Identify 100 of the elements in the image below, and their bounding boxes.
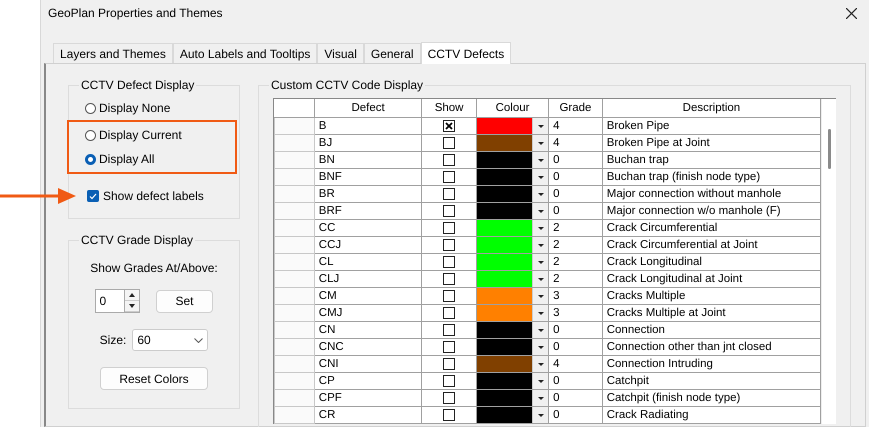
- table-cell: 0: [548, 390, 602, 406]
- grade-spinner[interactable]: 0: [95, 289, 140, 313]
- caret-icon: [538, 312, 544, 314]
- show-checkbox[interactable]: [443, 171, 456, 183]
- close-icon: [846, 8, 856, 18]
- colour-dropdown-button[interactable]: [532, 203, 548, 219]
- tab[interactable]: General: [364, 43, 421, 63]
- colour-dropdown-button[interactable]: [532, 407, 548, 423]
- show-checkbox[interactable]: [443, 256, 456, 268]
- table-cell: 0: [548, 372, 602, 390]
- colour-dropdown-button[interactable]: [532, 390, 548, 406]
- table-cell: Crack Circumferential: [602, 220, 821, 236]
- column-header[interactable]: Defect: [314, 99, 422, 118]
- colour-dropdown-button[interactable]: [532, 186, 548, 202]
- size-dropdown[interactable]: 60: [132, 329, 208, 351]
- table-cell: CR: [314, 406, 422, 424]
- column-header[interactable]: Grade: [548, 99, 602, 118]
- table-cell: CCJ: [314, 236, 422, 254]
- table-cell: CNI: [314, 356, 422, 372]
- colour-dropdown-button[interactable]: [532, 220, 548, 236]
- tab[interactable]: CCTV Defects: [420, 42, 512, 64]
- caret-icon: [538, 328, 544, 332]
- table-cell: CNC: [314, 338, 422, 356]
- table-cell: Buchan trap (finish node type): [602, 168, 821, 186]
- table-cell: 0: [548, 406, 602, 424]
- tab[interactable]: Auto Labels and Tooltips: [172, 43, 318, 63]
- caret-icon: [538, 210, 544, 212]
- caret-icon: [538, 158, 544, 162]
- caret-icon: [538, 278, 544, 280]
- colour-dropdown-button[interactable]: [532, 135, 548, 151]
- radio-option[interactable]: Display None: [77, 96, 231, 120]
- show-checkbox[interactable]: [443, 205, 456, 217]
- spin-up-button[interactable]: [125, 290, 140, 301]
- show-checkbox[interactable]: [443, 290, 456, 302]
- show-checkbox[interactable]: [443, 239, 456, 251]
- colour-dropdown-button[interactable]: [532, 271, 548, 287]
- caret-icon: [538, 362, 544, 366]
- colour-dropdown-button[interactable]: [532, 254, 548, 270]
- colour-dropdown-button[interactable]: [532, 356, 548, 372]
- show-checkbox[interactable]: [443, 154, 456, 166]
- up-arrow-icon: [129, 293, 136, 297]
- scrollbar-thumb[interactable]: [828, 129, 831, 169]
- colour-dropdown-button[interactable]: [532, 152, 548, 168]
- reset-colors-button[interactable]: Reset Colors: [100, 367, 208, 390]
- show-checkbox[interactable]: [443, 409, 456, 421]
- show-checkbox[interactable]: [443, 273, 456, 285]
- table-cell: Buchan trap: [602, 152, 821, 168]
- group-title: Custom CCTV Code Display: [270, 78, 424, 92]
- show-checkbox[interactable]: [443, 222, 456, 234]
- column-header[interactable]: Show: [422, 99, 476, 118]
- caret-icon: [538, 396, 544, 400]
- tab[interactable]: Layers and Themes: [53, 43, 173, 63]
- show-checkbox[interactable]: [443, 358, 456, 370]
- table-cell: CM: [314, 288, 422, 304]
- table-cell: Cracks Multiple at Joint: [602, 304, 821, 322]
- column-header[interactable]: Description: [602, 99, 821, 118]
- table-cell: Catchpit: [602, 372, 821, 390]
- table-cell: CP: [314, 372, 422, 390]
- radio-icon: [85, 154, 96, 164]
- show-checkbox[interactable]: [443, 188, 456, 200]
- radio-icon: [85, 130, 96, 140]
- colour-dropdown-button[interactable]: [532, 322, 548, 338]
- show-checkbox[interactable]: [443, 120, 456, 132]
- colour-dropdown-button[interactable]: [532, 237, 548, 253]
- table-cell: 2: [548, 254, 602, 270]
- set-button[interactable]: Set: [156, 290, 212, 312]
- checkbox[interactable]: Show defect labels: [87, 184, 231, 208]
- show-checkbox[interactable]: [443, 392, 456, 404]
- table-cell: CPF: [314, 390, 422, 406]
- column-header[interactable]: Colour: [476, 99, 549, 118]
- table-cell: BN: [314, 152, 422, 168]
- show-checkbox[interactable]: [443, 137, 456, 149]
- tab[interactable]: Visual: [317, 43, 364, 63]
- radio-option[interactable]: Display Current: [77, 123, 235, 147]
- show-checkbox[interactable]: [443, 341, 456, 353]
- show-checkbox[interactable]: [443, 307, 456, 319]
- colour-dropdown-button[interactable]: [532, 118, 548, 134]
- spin-down-button[interactable]: [125, 301, 140, 312]
- table-cell: Crack Circumferential at Joint: [602, 236, 821, 254]
- caret-icon: [538, 294, 544, 298]
- colour-dropdown-button[interactable]: [532, 373, 548, 389]
- table-cell: Crack Longitudinal at Joint: [602, 270, 821, 288]
- show-checkbox[interactable]: [443, 375, 456, 387]
- table-cell: Crack Radiating: [602, 406, 821, 424]
- table-cell: Connection Intruding: [602, 356, 821, 372]
- table-cell: Major connection w/o manhole (F): [602, 202, 821, 220]
- table-cell: CMJ: [314, 304, 422, 322]
- colour-dropdown-button[interactable]: [532, 339, 548, 355]
- close-button[interactable]: [843, 5, 859, 21]
- table-cell: 2: [548, 220, 602, 236]
- colour-dropdown-button[interactable]: [532, 288, 548, 304]
- colour-dropdown-button[interactable]: [532, 169, 548, 185]
- window-title: GeoPlan Properties and Themes: [48, 6, 223, 20]
- chevron-down-icon: [194, 338, 204, 342]
- table-cell: 2: [548, 236, 602, 254]
- colour-dropdown-button[interactable]: [532, 305, 548, 321]
- caret-icon: [538, 124, 544, 128]
- table-cell: 4: [548, 356, 602, 372]
- show-checkbox[interactable]: [443, 324, 456, 336]
- radio-option[interactable]: Display All: [77, 147, 235, 171]
